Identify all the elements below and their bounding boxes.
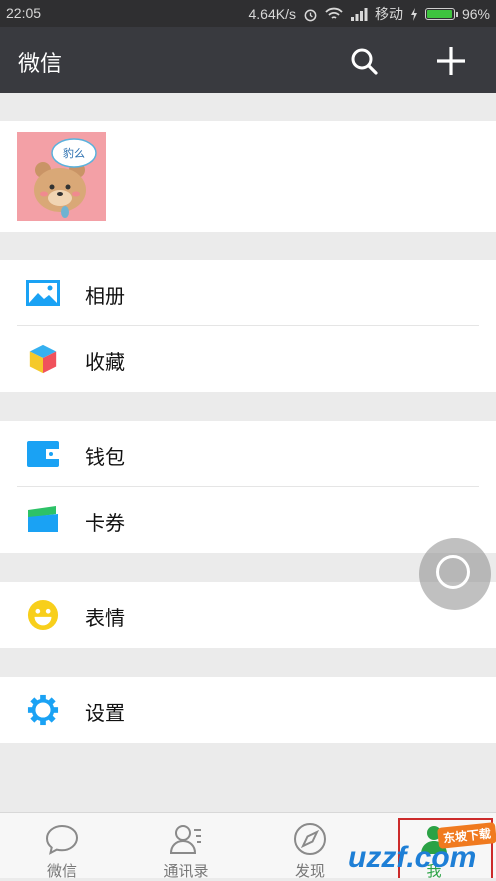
tab-label-contacts: 通讯录	[163, 863, 209, 880]
menu-label-album: 相册	[85, 286, 125, 308]
status-bar: 22:05 4.64K/s 移动 96%	[0, 0, 496, 27]
search-icon[interactable]	[347, 45, 381, 77]
menu-item-wallet[interactable]: 钱包	[0, 421, 496, 487]
menu-label-settings: 设置	[85, 703, 125, 725]
tab-label-chats: 微信	[46, 863, 77, 880]
menu-group-2: 钱包 卡券	[0, 421, 496, 553]
menu-item-album[interactable]: 相册	[0, 260, 496, 326]
menu-label-cards: 卡券	[85, 513, 125, 535]
tab-contacts[interactable]: 通讯录	[124, 813, 248, 880]
tab-chats[interactable]: 微信	[0, 813, 124, 880]
network-speed: 4.64K/s	[248, 6, 296, 22]
site-watermark: uzzf.com 东坡下载	[318, 813, 496, 878]
favorites-cube-icon	[29, 344, 57, 374]
menu-group-4: 设置	[0, 677, 496, 743]
carrier-name: 移动	[374, 6, 403, 22]
battery-icon	[424, 8, 458, 20]
battery-percent: 96%	[461, 6, 490, 22]
bear-avatar-image: 豹么	[17, 132, 106, 221]
menu-item-cards[interactable]: 卡券	[0, 487, 496, 553]
menu-label-stickers: 表情	[85, 608, 125, 630]
menu-item-favorites[interactable]: 收藏	[0, 326, 496, 392]
wifi-icon	[325, 7, 343, 19]
charging-icon	[410, 7, 417, 21]
menu-item-settings[interactable]: 设置	[0, 677, 496, 743]
contacts-icon	[169, 825, 201, 854]
avatar[interactable]: 豹么	[17, 132, 106, 221]
album-icon	[26, 280, 60, 306]
profile-card[interactable]: 豹么	[0, 121, 496, 232]
app-header: 微信	[0, 27, 496, 93]
smiley-icon	[27, 599, 59, 631]
menu-group-1: 相册 收藏	[0, 260, 496, 392]
status-time: 22:05	[6, 5, 42, 21]
wallet-icon	[27, 441, 59, 467]
signal-icon	[350, 7, 368, 21]
menu-group-3: 表情	[0, 582, 496, 648]
gear-icon	[27, 694, 59, 726]
menu-label-wallet: 钱包	[85, 447, 125, 469]
page-title: 微信	[18, 51, 63, 76]
chat-bubble-icon	[45, 824, 79, 855]
avatar-caption: 豹么	[63, 147, 85, 160]
menu-label-favorites: 收藏	[85, 352, 125, 374]
floating-assist-button[interactable]	[419, 538, 491, 610]
cards-icon	[28, 506, 58, 532]
menu-item-stickers[interactable]: 表情	[0, 582, 496, 648]
add-icon[interactable]	[433, 43, 469, 79]
bottom-tab-bar: 微信 通讯录 发现 我 uzzf.com 东坡下载	[0, 812, 496, 880]
alarm-icon	[304, 9, 317, 21]
